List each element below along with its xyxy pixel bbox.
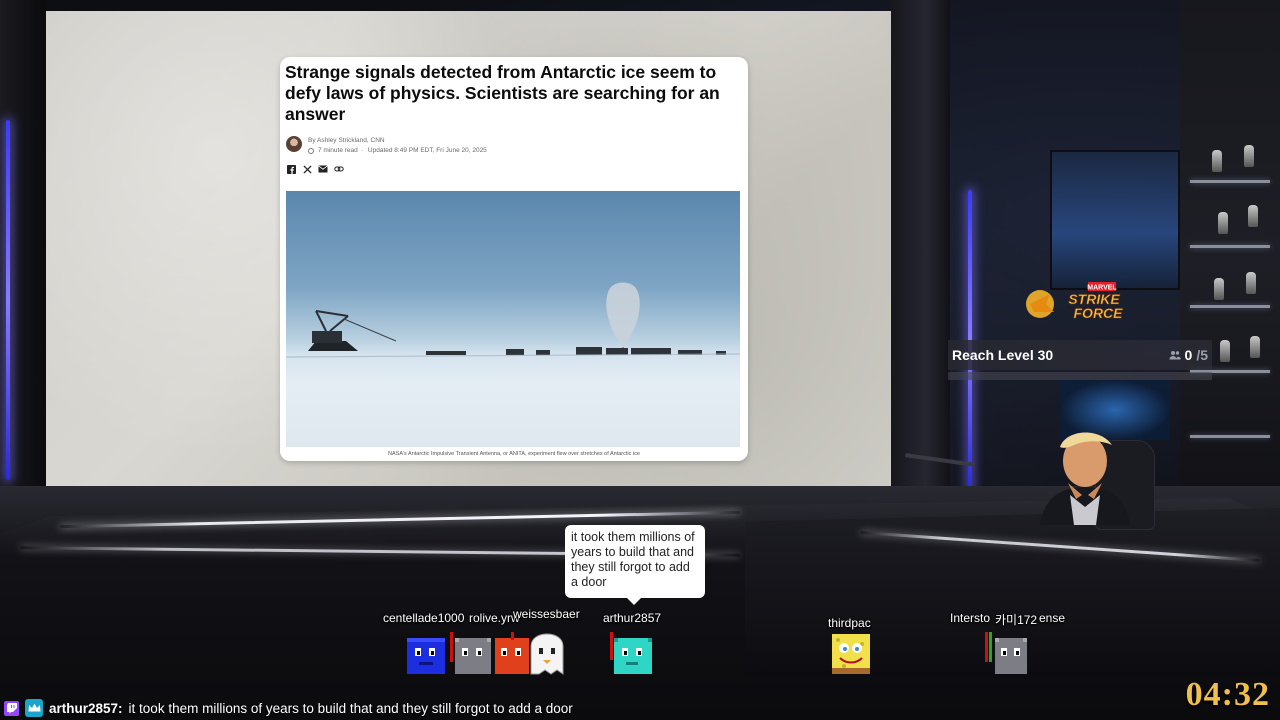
goal-total: /5 <box>1196 347 1208 363</box>
chat-message-text: it took them millions of years to build … <box>128 700 573 716</box>
chatter-sprite-gray-2 <box>985 632 1029 676</box>
shelf-2 <box>1190 245 1270 248</box>
figurine <box>1246 272 1256 294</box>
shelf-1 <box>1190 180 1270 183</box>
photo-caption: NASA's Antarctic Impulsive Transient Ant… <box>388 451 640 457</box>
clock-icon <box>308 147 314 154</box>
share-row <box>286 164 344 174</box>
chatter-sprite-ghost <box>527 632 571 676</box>
host-avatar-camera <box>1030 425 1140 525</box>
chatter-name: weissesbaer <box>513 607 580 621</box>
users-icon <box>1169 347 1181 363</box>
chatter-name: thirdpac <box>828 616 871 630</box>
goal-progress-bar <box>948 372 1212 380</box>
email-icon[interactable] <box>318 164 328 174</box>
chat-username[interactable]: arthur2857: <box>49 701 123 716</box>
figurine <box>1220 340 1230 362</box>
article-card: Strange signals detected from Antarctic … <box>280 57 748 461</box>
twitch-icon <box>4 700 19 716</box>
goal-progress: 0/5 <box>1169 347 1208 363</box>
author-avatar <box>286 136 302 152</box>
studio-wall-mid <box>890 0 950 500</box>
chatter-name: ense <box>1039 611 1066 625</box>
article-photo-antarctic-balloon <box>286 191 740 447</box>
studio-window <box>1050 150 1180 290</box>
marvel-strike-force-logo: MARVEL STRIKE FORCE <box>1024 282 1136 322</box>
shelf-3 <box>1190 305 1270 308</box>
chatter-name: arthur2857 <box>603 611 662 625</box>
article-byline: By Ashley Strickland, CNN <box>308 137 385 144</box>
meta-separator: · <box>361 147 364 154</box>
goal-current: 0 <box>1184 347 1193 363</box>
facebook-icon[interactable] <box>286 164 296 174</box>
presentation-screen: Strange signals detected from Antarctic … <box>46 11 891 486</box>
chatter-name: 카미172 <box>995 613 1038 627</box>
chat-message-line: arthur2857: it took them millions of yea… <box>4 698 573 718</box>
article-headline: Strange signals detected from Antarctic … <box>285 62 720 124</box>
crown-badge-icon <box>25 699 43 717</box>
chatter-sprite-blue <box>405 632 449 676</box>
figurine <box>1214 278 1224 300</box>
x-icon[interactable] <box>302 164 312 174</box>
link-icon[interactable] <box>334 164 344 174</box>
figurine <box>1212 150 1222 172</box>
article-meta: 7 minute read · Updated 8:49 PM EDT, Fri… <box>308 147 487 154</box>
chatter-sprite-teal <box>610 632 654 676</box>
chatter-sprite-gray <box>450 632 494 676</box>
updated-time: Updated 8:49 PM EDT, Fri June 20, 2025 <box>367 147 487 154</box>
chat-speech-bubble: it took them millions of years to build … <box>565 525 705 605</box>
stream-timer: 04:32 <box>1185 676 1270 713</box>
figurine <box>1218 212 1228 234</box>
goal-panel: Reach Level 30 0/5 <box>948 340 1212 370</box>
figurine <box>1250 336 1260 358</box>
neon-light-left <box>6 120 10 480</box>
chatter-sprite-sponge <box>830 632 874 676</box>
chatter-name: Intersto <box>950 611 991 625</box>
shelf-5 <box>1190 435 1270 438</box>
shelf-wall <box>1180 0 1280 520</box>
logo-force-text: FORCE <box>1074 305 1124 321</box>
chatter-name: centellade1000 <box>383 611 465 625</box>
goal-label: Reach Level 30 <box>952 347 1054 363</box>
figurine <box>1244 145 1254 167</box>
read-time: 7 minute read <box>318 147 358 154</box>
figurine <box>1248 205 1258 227</box>
